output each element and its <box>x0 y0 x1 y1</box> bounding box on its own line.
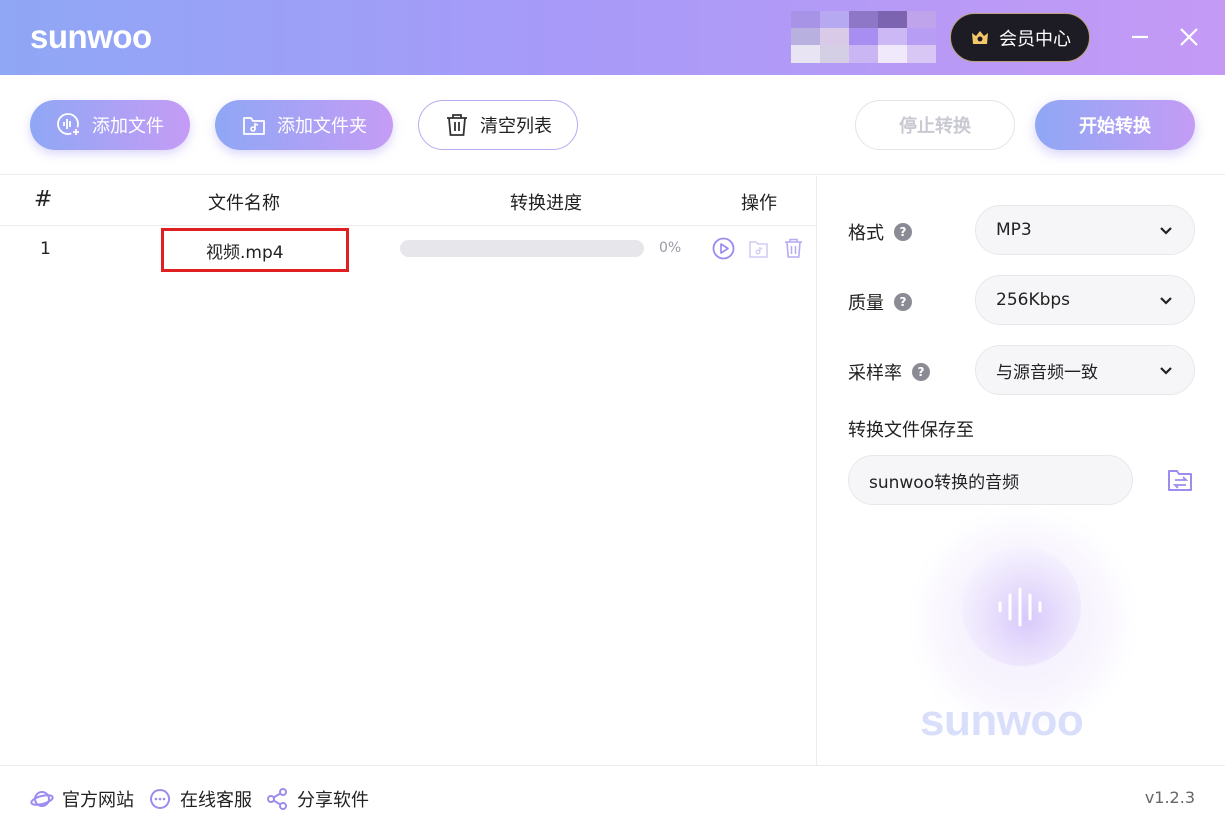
chevron-down-icon <box>1160 367 1172 375</box>
official-website-label: 官方网站 <box>62 790 134 811</box>
online-support-link[interactable]: 在线客服 <box>148 786 252 812</box>
toolbar: 添加文件 添加文件夹 清空列表 停止转换 开始转换 <box>0 75 1225 175</box>
music-folder-icon <box>243 117 265 135</box>
settings-panel: 格式 ? MP3 质量 ? 256Kbps 采样率 ? 与源音频一致 转换文件保… <box>818 176 1225 765</box>
format-label-row: 格式 ? <box>848 219 912 245</box>
official-website-link[interactable]: 官方网站 <box>30 786 134 812</box>
clear-list-label: 清空列表 <box>480 116 552 137</box>
share-software-link[interactable]: 分享软件 <box>265 786 369 812</box>
help-icon[interactable]: ? <box>912 363 930 381</box>
chevron-down-icon <box>1160 297 1172 305</box>
watermark-logo: sunwoo <box>920 696 1084 745</box>
add-file-button[interactable]: 添加文件 <box>30 100 190 150</box>
table-header: # 文件名称 转换进度 操作 <box>0 176 817 226</box>
title-bar: sunwoo 会员中心 <box>0 0 1225 75</box>
quality-label: 质量 <box>848 293 884 314</box>
format-label: 格式 <box>848 223 884 244</box>
add-file-label: 添加文件 <box>92 116 164 137</box>
quality-select[interactable]: 256Kbps <box>975 275 1195 325</box>
samplerate-value: 与源音频一致 <box>996 362 1098 383</box>
samplerate-select[interactable]: 与源音频一致 <box>975 345 1195 395</box>
close-button[interactable] <box>1174 22 1204 52</box>
start-convert-button[interactable]: 开始转换 <box>1035 100 1195 150</box>
help-icon[interactable]: ? <box>894 293 912 311</box>
planet-icon <box>30 791 54 807</box>
minimize-icon <box>1132 35 1148 39</box>
crown-icon <box>972 30 988 44</box>
share-software-label: 分享软件 <box>297 790 369 811</box>
vip-center-button[interactable]: 会员中心 <box>950 13 1090 62</box>
clear-list-button[interactable]: 清空列表 <box>418 100 578 150</box>
trash-icon <box>447 114 467 136</box>
row-progress-bar <box>400 240 644 257</box>
open-folder-icon[interactable] <box>747 237 770 260</box>
start-convert-label: 开始转换 <box>1079 116 1151 137</box>
version-label: v1.2.3 <box>1144 788 1195 807</box>
footer: 官方网站 在线客服 分享软件 v1.2.3 <box>0 765 1225 825</box>
quality-value: 256Kbps <box>996 290 1071 310</box>
samplerate-label-row: 采样率 ? <box>848 359 930 385</box>
minimize-button[interactable] <box>1125 22 1155 52</box>
file-list-panel: # 文件名称 转换进度 操作 1 视频.mp4 0% <box>0 176 817 765</box>
add-folder-label: 添加文件夹 <box>277 116 367 137</box>
samplerate-label: 采样率 <box>848 363 902 384</box>
column-filename: 文件名称 <box>208 193 280 214</box>
column-progress: 转换进度 <box>510 193 582 214</box>
user-avatar-mosaic <box>791 11 937 63</box>
format-value: MP3 <box>996 220 1032 240</box>
save-path-field[interactable]: sunwoo转换的音频 <box>848 455 1133 505</box>
row-progress-text: 0% <box>659 240 682 256</box>
column-actions: 操作 <box>741 193 777 214</box>
app-logo: sunwoo <box>30 18 152 55</box>
column-index: # <box>34 187 53 212</box>
quality-label-row: 质量 ? <box>848 289 912 315</box>
play-icon[interactable] <box>712 237 735 260</box>
stop-convert-label: 停止转换 <box>899 116 971 137</box>
format-select[interactable]: MP3 <box>975 205 1195 255</box>
vip-center-label: 会员中心 <box>999 28 1071 50</box>
chevron-down-icon <box>1160 227 1172 235</box>
chat-icon <box>150 789 171 809</box>
row-filename: 视频.mp4 <box>206 243 284 263</box>
delete-icon[interactable] <box>782 237 805 260</box>
add-folder-button[interactable]: 添加文件夹 <box>215 100 393 150</box>
row-index: 1 <box>40 239 51 259</box>
share-icon <box>267 788 287 810</box>
change-folder-icon[interactable] <box>1166 467 1194 493</box>
sound-wave-icon <box>998 587 1042 627</box>
add-audio-file-icon <box>57 113 81 137</box>
help-icon[interactable]: ? <box>894 223 912 241</box>
stop-convert-button[interactable]: 停止转换 <box>855 100 1015 150</box>
online-support-label: 在线客服 <box>180 790 252 811</box>
close-icon <box>1180 28 1198 46</box>
save-path-value: sunwoo转换的音频 <box>869 472 1020 493</box>
save-location-label: 转换文件保存至 <box>848 420 974 441</box>
